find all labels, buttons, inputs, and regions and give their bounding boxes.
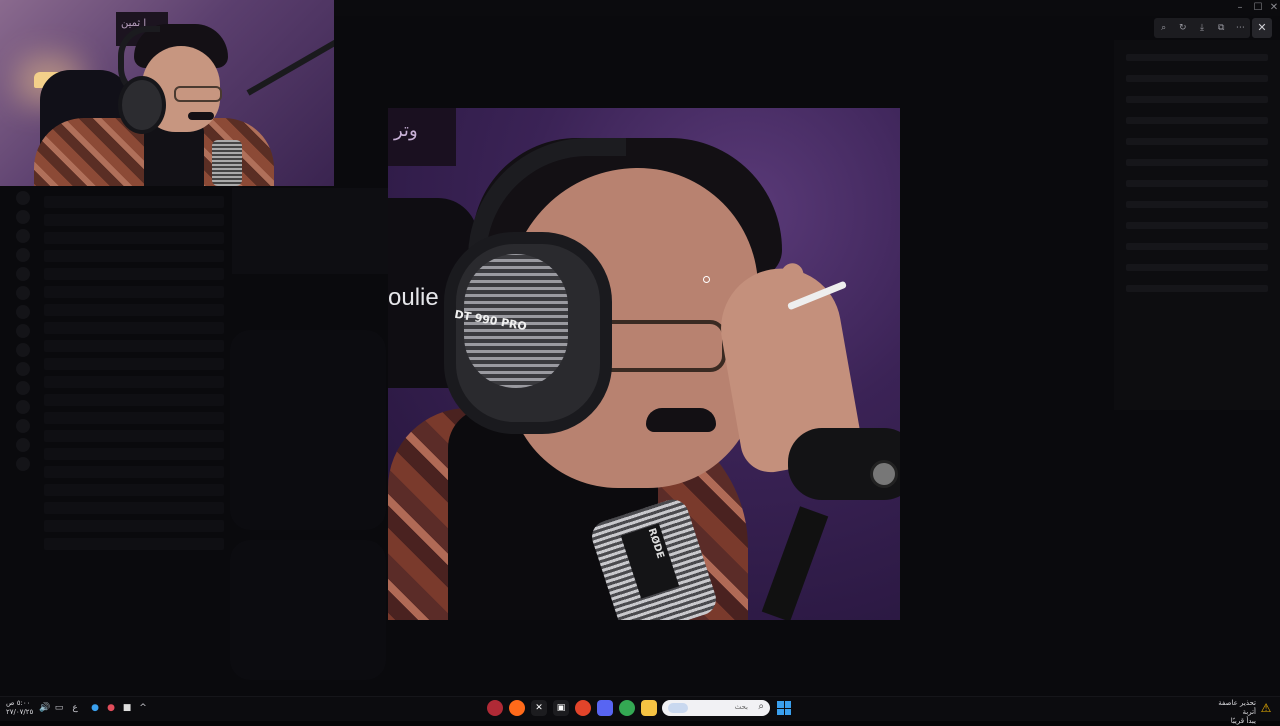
music-app-icon[interactable] [575, 700, 591, 716]
chair-logo: oulie [388, 284, 439, 311]
weather-widget[interactable]: تحذير عاصفة أتربة يبدأ قريبًا [1204, 699, 1256, 726]
rotate-icon[interactable]: ↻ [1176, 23, 1190, 33]
background-thumbnail [232, 188, 388, 274]
warning-icon: ⚠ [1260, 701, 1272, 715]
weather-subtitle: يبدأ قريبًا [1230, 717, 1256, 725]
weather-title: تحذير عاصفة أتربة [1218, 699, 1256, 716]
glasses [174, 86, 222, 102]
notification-icon[interactable]: ▭ [52, 701, 66, 715]
tray-app-icon[interactable]: ■ [120, 701, 134, 715]
background-channel-list [44, 190, 224, 556]
mic-arm-knob [870, 460, 898, 488]
discord-icon[interactable] [597, 700, 613, 716]
tray-app-icon[interactable]: ● [104, 701, 118, 715]
headphone-cup [118, 76, 166, 134]
more-icon[interactable]: ⋯ [1233, 23, 1247, 33]
download-icon[interactable]: ⤓ [1195, 23, 1209, 33]
mustache [646, 408, 716, 432]
viewed-image[interactable]: وتر oulie DT 990 PRO RØDE [388, 108, 900, 620]
language-indicator[interactable]: ع [68, 701, 82, 715]
search-placeholder: بحث [734, 703, 748, 711]
mustache [188, 112, 214, 120]
volume-icon[interactable]: 🔊 [38, 701, 52, 715]
start-button[interactable] [777, 701, 791, 715]
webcam-overlay: ا ثمين [0, 0, 334, 186]
file-explorer-icon[interactable] [641, 700, 657, 716]
search-highlight-icon [668, 703, 688, 713]
clock-date: ٢٧/٠٧/٢٥ [6, 708, 34, 716]
capcut-icon[interactable]: ✕ [531, 700, 547, 716]
microphone-tray-icon[interactable]: ● [88, 701, 102, 715]
taskbar: ٥:٠٠ ص ٢٧/٠٧/٢٥ 🔊 ▭ ع ● ● ■ ^ ✕ ▣ بحث ⌕ … [0, 696, 1280, 725]
background-image-ghost [230, 540, 386, 680]
background-server-list [8, 186, 38, 686]
chevron-up-icon[interactable]: ^ [136, 701, 150, 715]
close-viewer-button[interactable]: ✕ [1252, 18, 1272, 38]
firefox-icon[interactable] [509, 700, 525, 716]
terminal-icon[interactable]: ▣ [553, 700, 569, 716]
chrome-icon[interactable] [619, 700, 635, 716]
background-image-ghost [230, 330, 386, 530]
background-member-panel [1114, 40, 1280, 410]
clock-time: ٥:٠٠ ص [6, 699, 31, 707]
image-viewer-toolbar: ⌕ ↻ ⤓ ⧉ ⋯ [1154, 18, 1250, 38]
mic-arm-pole [761, 506, 829, 620]
clock[interactable]: ٥:٠٠ ص ٢٧/٠٧/٢٥ [6, 699, 36, 717]
mouse-cursor [703, 276, 710, 283]
taskbar-search[interactable]: بحث ⌕ [662, 700, 770, 716]
discord-like-app-icon[interactable] [487, 700, 503, 716]
microphone [212, 140, 242, 186]
search-icon: ⌕ [758, 701, 764, 712]
zoom-in-icon[interactable]: ⌕ [1157, 23, 1171, 33]
open-external-icon[interactable]: ⧉ [1214, 23, 1228, 33]
minimize-button[interactable]: – [1231, 1, 1249, 15]
mic-arm [246, 35, 334, 96]
close-window-button[interactable]: ✕ [1265, 1, 1280, 15]
wall-sign-text: وتر [394, 120, 418, 141]
